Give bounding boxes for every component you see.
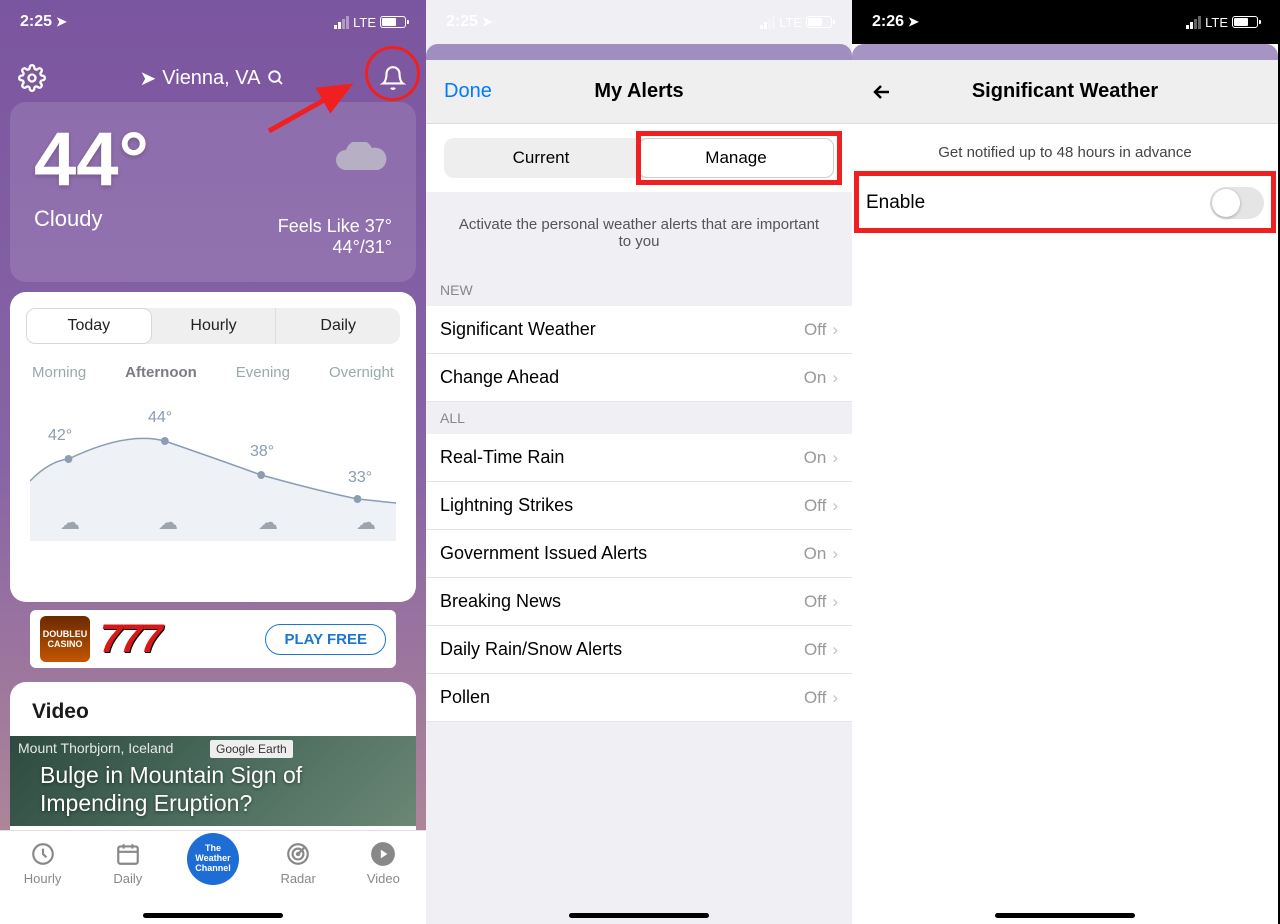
row-breaking-news[interactable]: Breaking NewsOff› — [426, 578, 852, 626]
chevron-right-icon: › — [832, 320, 838, 340]
done-button[interactable]: Done — [444, 80, 492, 103]
location-services-icon: ➤ — [482, 14, 493, 30]
forecast-segment: Today Hourly Daily — [26, 308, 400, 344]
sheet-header: Done My Alerts — [426, 60, 852, 124]
tab-item-video[interactable]: Video — [353, 841, 413, 886]
battery-icon — [1232, 16, 1258, 28]
cell-signal-icon — [760, 16, 775, 29]
row-change-ahead[interactable]: Change Ahead On› — [426, 354, 852, 402]
cloud-icon — [332, 142, 392, 178]
temp-evening: 38° — [250, 443, 274, 461]
tab-item-home[interactable]: The Weather Channel — [183, 833, 243, 885]
temp-overnight: 33° — [348, 469, 372, 487]
status-bar: 2:25 ➤ LTE — [0, 0, 426, 44]
status-time: 2:25 — [20, 13, 52, 31]
location-services-icon: ➤ — [56, 14, 67, 30]
ad-sevens: 777 — [100, 617, 161, 662]
ad-cta-button[interactable]: PLAY FREE — [265, 624, 386, 655]
location-services-icon: ➤ — [908, 14, 919, 30]
enable-toggle[interactable] — [1210, 187, 1264, 219]
weather-icon: ☁ — [158, 510, 178, 535]
description-text: Get notified up to 48 hours in advance — [852, 124, 1278, 175]
sheet-title: Significant Weather — [972, 80, 1158, 103]
video-location-badge: Mount Thorbjorn, Iceland — [18, 740, 173, 756]
home-indicator[interactable] — [569, 913, 709, 918]
status-time: 2:26 — [872, 13, 904, 31]
sheet-header: Significant Weather — [852, 60, 1278, 124]
annotation-arrow — [264, 76, 374, 136]
battery-icon — [806, 16, 832, 28]
video-headline: Bulge in Mountain Sign of Impending Erup… — [40, 761, 386, 819]
forecast-card: Today Hourly Daily Morning Afternoon Eve… — [10, 292, 416, 602]
list-all: Real-Time RainOn› Lightning StrikesOff› … — [426, 434, 852, 722]
tab-hourly[interactable]: Hourly — [152, 308, 276, 344]
home-indicator[interactable] — [995, 913, 1135, 918]
battery-icon — [380, 16, 406, 28]
list-new: Significant Weather Off› Change Ahead On… — [426, 306, 852, 402]
chevron-right-icon: › — [832, 496, 838, 516]
weather-icon: ☁ — [356, 510, 376, 535]
daypart-afternoon[interactable]: Afternoon — [125, 364, 197, 381]
daypart-morning[interactable]: Morning — [32, 364, 86, 381]
video-source-badge: Google Earth — [210, 740, 293, 758]
network-label: LTE — [779, 15, 802, 30]
chevron-right-icon: › — [832, 448, 838, 468]
tab-item-daily[interactable]: Daily — [98, 841, 158, 886]
row-pollen[interactable]: PollenOff› — [426, 674, 852, 722]
section-header-all: ALL — [426, 402, 852, 434]
chevron-right-icon: › — [832, 592, 838, 612]
twc-logo: The Weather Channel — [187, 833, 239, 885]
status-time: 2:25 — [446, 13, 478, 31]
chevron-right-icon: › — [832, 688, 838, 708]
bottom-tab-bar: Hourly Daily The Weather Channel Radar V… — [0, 830, 426, 924]
network-label: LTE — [353, 15, 376, 30]
settings-button[interactable] — [18, 64, 46, 92]
location-name: Vienna, VA — [162, 67, 260, 90]
feels-like: Feels Like 37° — [278, 216, 392, 237]
chevron-right-icon: › — [832, 368, 838, 388]
row-daily-rain-snow[interactable]: Daily Rain/Snow AlertsOff› — [426, 626, 852, 674]
location-selector[interactable]: ➤ Vienna, VA — [140, 66, 285, 91]
row-lightning-strikes[interactable]: Lightning StrikesOff› — [426, 482, 852, 530]
segment-current[interactable]: Current — [444, 138, 638, 178]
tab-item-radar[interactable]: Radar — [268, 841, 328, 886]
ad-banner[interactable]: DOUBLEU CASINO 777 PLAY FREE — [30, 610, 396, 668]
home-indicator[interactable] — [143, 913, 283, 918]
status-bar: 2:25 ➤ LTE — [426, 0, 852, 44]
alerts-segment: Current Manage — [444, 138, 834, 178]
tab-item-hourly[interactable]: Hourly — [13, 841, 73, 886]
hi-lo: 44°/31° — [278, 237, 392, 258]
video-section: Video Mount Thorbjorn, Iceland Google Ea… — [10, 682, 416, 830]
section-header-new: NEW — [426, 274, 852, 306]
ad-logo: DOUBLEU CASINO — [40, 616, 90, 662]
weather-icon: ☁ — [60, 510, 80, 535]
temp-morning: 42° — [48, 427, 72, 445]
chevron-right-icon: › — [832, 544, 838, 564]
cell-signal-icon — [334, 16, 349, 29]
cell-signal-icon — [1186, 16, 1201, 29]
daypart-overnight[interactable]: Overnight — [329, 364, 394, 381]
location-arrow-icon: ➤ — [140, 66, 157, 91]
temp-afternoon: 44° — [148, 409, 172, 427]
sheet-title: My Alerts — [594, 80, 683, 103]
info-text: Activate the personal weather alerts tha… — [426, 192, 852, 274]
row-government-alerts[interactable]: Government Issued AlertsOn› — [426, 530, 852, 578]
row-real-time-rain[interactable]: Real-Time RainOn› — [426, 434, 852, 482]
network-label: LTE — [1205, 15, 1228, 30]
enable-row: Enable — [852, 175, 1278, 231]
weather-icon: ☁ — [258, 510, 278, 535]
enable-label: Enable — [866, 192, 925, 214]
tab-daily[interactable]: Daily — [275, 308, 400, 344]
video-thumbnail[interactable]: Mount Thorbjorn, Iceland Google Earth Bu… — [10, 736, 416, 826]
segment-manage[interactable]: Manage — [638, 138, 834, 178]
chevron-right-icon: › — [832, 640, 838, 660]
daypart-evening[interactable]: Evening — [236, 364, 290, 381]
video-header: Video — [10, 682, 416, 736]
back-button[interactable] — [870, 80, 894, 104]
status-bar: 2:26 ➤ LTE — [852, 0, 1278, 44]
row-significant-weather[interactable]: Significant Weather Off› — [426, 306, 852, 354]
tab-today[interactable]: Today — [26, 308, 152, 344]
temp-chart: 42° 44° 38° 33° ☁ ☁ ☁ ☁ — [30, 391, 396, 541]
